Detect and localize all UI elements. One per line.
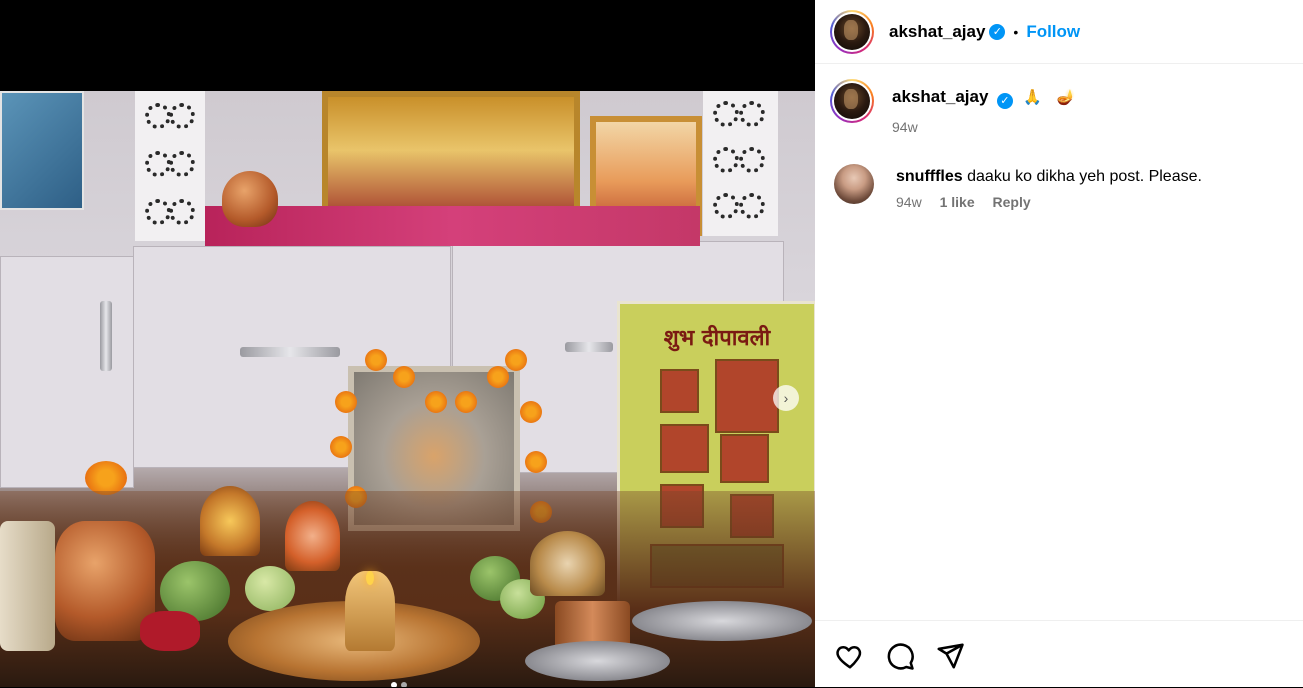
post-photo: शुभ दीपावली [0,91,815,687]
comment-icon[interactable] [885,641,915,671]
shelf-cloth [205,206,700,246]
post-media: शुभ दीपावली › [0,0,815,687]
caption: akshat_ajay ✓ 🙏 🪔 94w [815,79,1303,135]
flame [366,571,374,585]
post-header: akshat_ajay ✓ • Follow [815,0,1303,64]
caption-time[interactable]: 94w [892,119,918,135]
carousel-dot [391,682,397,687]
comment-text: daaku ko dikha yeh post. Please. [967,168,1202,185]
next-arrow-icon[interactable]: › [773,385,799,411]
verified-icon: ✓ [989,23,1006,40]
ganesha-idol [285,501,340,571]
commenter-username[interactable]: snufffles [896,168,963,185]
lantern [0,521,55,651]
steel-plate [632,601,812,641]
lattice-panel [135,91,205,241]
post-panel: akshat_ajay ✓ • Follow akshat_ajay ✓ 🙏 🪔… [815,0,1303,687]
lattice-panel [703,91,778,236]
idol [530,531,605,596]
emoji-pray: 🙏 [1023,89,1042,106]
steel-plate [525,641,670,681]
avatar[interactable] [834,83,870,119]
copper-pot [222,171,278,227]
carousel-dot [401,682,407,687]
comment-likes[interactable]: 1 like [940,194,975,210]
verified-icon: ✓ [996,93,1013,109]
share-icon[interactable] [935,641,965,671]
author-avatar-ring[interactable] [830,9,874,54]
guava [245,566,295,611]
cabinet-handle [240,347,340,357]
window [0,91,84,210]
caption-username[interactable]: akshat_ajay [892,87,988,106]
cabinet-handle [565,342,613,352]
red-cloth [140,611,200,651]
lakshmi-idol [200,486,260,556]
heart-icon[interactable] [835,641,865,671]
caption-avatar-ring[interactable] [830,79,874,123]
carousel-dots [391,682,407,687]
commenter-avatar[interactable] [834,164,874,204]
avatar[interactable] [834,13,870,50]
comment-time[interactable]: 94w [896,194,922,210]
cabinet-door [0,256,134,488]
poster-title: शुभ दीपावली [663,326,771,351]
comment-item: snufffles daaku ko dikha yeh post. Pleas… [815,164,1303,210]
emoji-diya: 🪔 [1056,89,1076,106]
separator: • [1013,23,1019,40]
follow-button[interactable]: Follow [1026,22,1080,42]
cabinet-handle [100,301,112,371]
action-bar [815,620,1303,688]
reply-button[interactable]: Reply [993,194,1031,210]
author-username[interactable]: akshat_ajay [889,22,985,42]
